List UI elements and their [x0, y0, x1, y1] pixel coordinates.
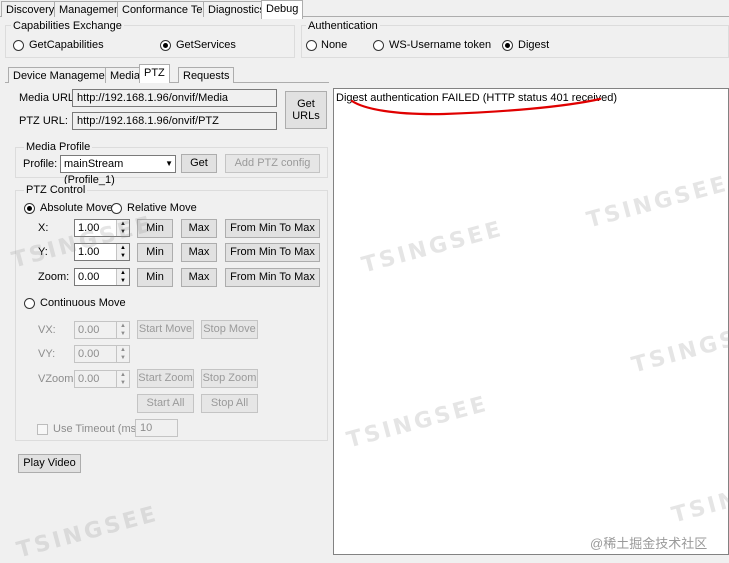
stepper-arrows-icon[interactable]: ▲ ▼ [116, 269, 129, 285]
relative-move-radio[interactable] [111, 203, 122, 214]
zoom-value: 0.00 [78, 271, 100, 283]
ptz-control-title: PTZ Control [24, 184, 88, 196]
vy-value: 0.00 [78, 348, 100, 360]
tab-ptz[interactable]: PTZ [139, 64, 170, 83]
getcapabilities-label: GetCapabilities [29, 39, 104, 51]
watermark-text: TSINGSEE [14, 501, 162, 563]
x-from-min-to-max-button[interactable]: From Min To Max [225, 219, 320, 238]
auth-digest-radio[interactable] [502, 40, 513, 51]
x-value: 1.00 [78, 222, 100, 234]
media-url-label: Media URL: [19, 92, 78, 104]
use-timeout-checkbox[interactable] [37, 424, 48, 435]
tab-conformance-test[interactable]: Conformance Test [117, 1, 217, 17]
tab-device-management[interactable]: Device Management [8, 67, 119, 83]
profile-select[interactable]: mainStream (Profile_1) ▼ [60, 155, 176, 186]
profile-label: Profile: [23, 158, 58, 170]
continuous-move-label: Continuous Move [40, 297, 126, 309]
stepper-arrows-icon[interactable]: ▲ ▼ [116, 322, 129, 338]
red-underline-annotation [350, 97, 602, 116]
tab-requests[interactable]: Requests [178, 67, 235, 83]
x-label: X: [38, 222, 49, 234]
stepper-arrows-icon[interactable]: ▲ ▼ [116, 346, 129, 362]
y-min-button[interactable]: Min [137, 243, 173, 262]
absolute-move-label: Absolute Move [40, 202, 113, 214]
stop-all-button[interactable]: Stop All [201, 394, 258, 413]
play-video-button[interactable]: Play Video [18, 454, 81, 473]
zoom-min-button[interactable]: Min [137, 268, 173, 287]
vy-label: VY: [38, 348, 56, 360]
auth-digest-label: Digest [518, 39, 550, 51]
vzoom-stepper[interactable]: 0.00 ▲ ▼ [74, 370, 130, 388]
y-label: Y: [38, 246, 48, 258]
auth-ws-username-label: WS-Username token [389, 39, 492, 51]
stepper-arrows-icon[interactable]: ▲ ▼ [116, 371, 129, 387]
add-ptz-config-button[interactable]: Add PTZ config [225, 154, 320, 173]
absolute-move-radio[interactable] [24, 203, 35, 214]
get-urls-button[interactable]: Get URLs [285, 91, 327, 129]
vx-value: 0.00 [78, 324, 100, 336]
auth-none-label: None [321, 39, 348, 51]
zoom-max-button[interactable]: Max [181, 268, 217, 287]
y-stepper[interactable]: 1.00 ▲ ▼ [74, 243, 130, 261]
tab-diagnostics[interactable]: Diagnostics [203, 1, 270, 17]
stop-move-button[interactable]: Stop Move [201, 320, 258, 339]
stop-zoom-button[interactable]: Stop Zoom [201, 369, 258, 388]
y-value: 1.00 [78, 246, 100, 258]
auth-ws-username-radio[interactable] [373, 40, 384, 51]
getservices-label: GetServices [176, 39, 236, 51]
zoom-label: Zoom: [38, 271, 70, 283]
start-move-button[interactable]: Start Move [137, 320, 194, 339]
use-timeout-label: Use Timeout (ms) [53, 423, 140, 435]
relative-move-label: Relative Move [127, 202, 197, 214]
profile-select-value: mainStream (Profile_1) [64, 158, 124, 186]
stepper-arrows-icon[interactable]: ▲ ▼ [116, 220, 129, 236]
ptz-url-label: PTZ URL: [19, 115, 68, 127]
vzoom-value: 0.00 [78, 373, 100, 385]
authentication-title: Authentication [306, 20, 380, 32]
start-zoom-button[interactable]: Start Zoom [137, 369, 194, 388]
x-max-button[interactable]: Max [181, 219, 217, 238]
ptz-url-field[interactable]: http://192.168.1.96/onvif/PTZ [72, 112, 277, 130]
chevron-down-icon: ▼ [165, 159, 173, 168]
timeout-field[interactable]: 10 [135, 419, 178, 437]
getservices-radio[interactable] [160, 40, 171, 51]
x-stepper[interactable]: 1.00 ▲ ▼ [74, 219, 130, 237]
auth-none-radio[interactable] [306, 40, 317, 51]
vx-label: VX: [38, 324, 56, 336]
x-min-button[interactable]: Min [137, 219, 173, 238]
getcapabilities-radio[interactable] [13, 40, 24, 51]
vzoom-label: VZoom: [38, 373, 77, 385]
corner-watermark: @稀土掘金技术社区 [590, 536, 708, 551]
start-all-button[interactable]: Start All [137, 394, 194, 413]
tab-debug[interactable]: Debug [261, 0, 304, 19]
y-from-min-to-max-button[interactable]: From Min To Max [225, 243, 320, 262]
vy-stepper[interactable]: 0.00 ▲ ▼ [74, 345, 130, 363]
continuous-move-radio[interactable] [24, 298, 35, 309]
zoom-stepper[interactable]: 0.00 ▲ ▼ [74, 268, 130, 286]
stepper-arrows-icon[interactable]: ▲ ▼ [116, 244, 129, 260]
get-profile-button[interactable]: Get [181, 154, 217, 173]
capabilities-title: Capabilities Exchange [11, 20, 124, 32]
vx-stepper[interactable]: 0.00 ▲ ▼ [74, 321, 130, 339]
zoom-from-min-to-max-button[interactable]: From Min To Max [225, 268, 320, 287]
tab-discovery[interactable]: Discovery [1, 1, 60, 17]
y-max-button[interactable]: Max [181, 243, 217, 262]
output-log[interactable]: Digest authentication FAILED (HTTP statu… [333, 88, 729, 555]
media-profile-title: Media Profile [24, 141, 93, 153]
media-url-field[interactable]: http://192.168.1.96/onvif/Media [72, 89, 277, 107]
